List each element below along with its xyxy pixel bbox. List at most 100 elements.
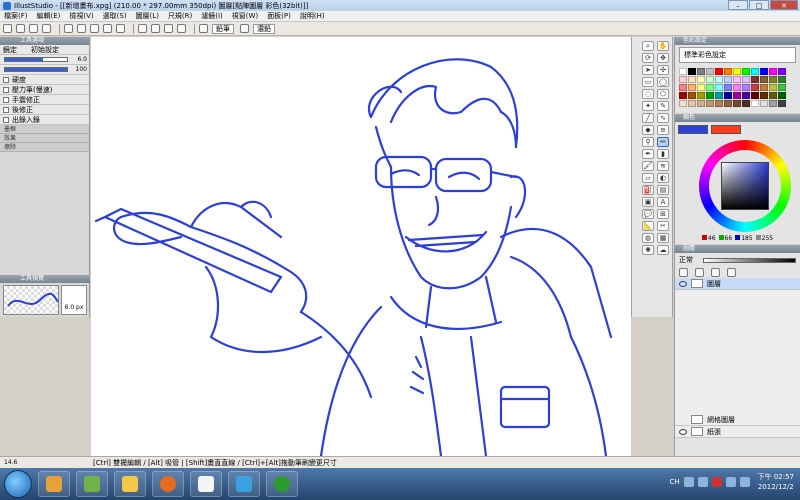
pressure-checkbox[interactable] [3,86,9,93]
undo-icon[interactable] [64,24,73,33]
color-swatch[interactable] [715,68,723,75]
color-swatch[interactable] [769,100,777,107]
menu-ruler[interactable]: 尺規(R) [168,11,192,21]
balloon-tool-icon[interactable]: 💬 [642,209,654,219]
object-select-icon[interactable]: ➤ [642,65,654,75]
color-swatch[interactable] [697,92,705,99]
layer-row[interactable]: 圖層 [675,278,800,290]
antivirus-icon[interactable] [711,477,722,487]
color-swatch[interactable] [733,100,741,107]
color-swatch[interactable] [679,84,687,91]
taskbar-xbox[interactable] [266,471,298,497]
density-checkbox[interactable] [3,76,9,83]
polyline-select-icon[interactable]: ⬠ [657,89,669,99]
color-swatch[interactable] [724,100,732,107]
layer-row[interactable]: 網格圖層 [675,414,800,426]
preset-row[interactable]: 鏡定 初始設定 [0,45,89,55]
bezier-tool-icon[interactable]: ∿ [657,113,669,123]
section-ink[interactable]: 墨框 [0,125,89,134]
drawing-canvas[interactable] [91,37,631,456]
color-swatch[interactable] [778,92,786,99]
main-color-swatch[interactable] [678,125,708,134]
eyedropper-icon[interactable]: ⚲ [642,137,654,147]
opacity-slider-row[interactable]: 100 [0,65,89,75]
pattern-tool-icon[interactable]: ▦ [657,233,669,243]
input-language[interactable]: CH [669,478,679,486]
settings-icon[interactable] [3,24,12,33]
taskbar-people[interactable] [76,471,108,497]
color-swatch[interactable] [715,76,723,83]
color-swatch[interactable] [679,68,687,75]
brush-size-slider[interactable] [4,57,68,62]
color-swatch[interactable] [679,92,687,99]
taskbar-media-player[interactable] [38,471,70,497]
color-swatch[interactable] [697,76,705,83]
fill-bucket-icon[interactable]: ⛽ [642,185,654,195]
color-swatch[interactable] [688,92,696,99]
maximize-button[interactable]: □ [749,0,769,10]
control-point-icon[interactable]: ◆ [642,125,654,135]
color-swatch[interactable] [769,84,777,91]
color-swatch[interactable] [688,76,696,83]
post-correction-checkbox[interactable] [3,106,9,113]
color-swatch[interactable] [688,68,696,75]
color-swatch[interactable] [733,92,741,99]
menu-layer[interactable]: 圖層(L) [136,11,159,21]
subtool-name-field[interactable]: 濃鉛 [253,23,275,34]
copy-icon[interactable] [103,24,112,33]
color-swatch[interactable] [742,92,750,99]
taskbar-chat[interactable] [228,471,260,497]
layer-folder-icon[interactable] [695,268,704,277]
tool-name-field[interactable]: 鉛筆 [212,23,234,34]
color-swatch[interactable] [715,84,723,91]
color-swatch[interactable] [706,100,714,107]
magic-wand-icon[interactable]: ✦ [642,101,654,111]
gradient-icon[interactable]: ▤ [657,185,669,195]
stabilizer-row[interactable]: 手震修正 [0,95,89,105]
menu-select[interactable]: 選取(S) [103,11,127,21]
color-swatch[interactable] [769,76,777,83]
delete-layer-icon[interactable] [727,268,736,277]
menu-help[interactable]: 說明(H) [300,11,325,21]
taskbar-firefox[interactable] [152,471,184,497]
color-swatch[interactable] [706,84,714,91]
ellipse-select-icon[interactable]: ◯ [657,77,669,87]
color-swatch[interactable] [706,68,714,75]
color-swatch[interactable] [688,100,696,107]
color-swatch[interactable] [697,68,705,75]
rotate-icon[interactable] [177,24,186,33]
color-swatch[interactable] [760,76,768,83]
color-swatch[interactable] [724,76,732,83]
color-swatch[interactable] [778,76,786,83]
color-swatch[interactable] [742,68,750,75]
sponge-tool-icon[interactable]: ☁ [657,245,669,255]
save-icon[interactable] [42,24,51,33]
deselect-icon[interactable] [138,24,147,33]
volume-icon[interactable] [725,477,736,487]
menu-window[interactable]: 視窗(W) [232,11,258,21]
color-swatch[interactable] [679,76,687,83]
preset-value[interactable]: 初始設定 [31,45,59,55]
menu-edit[interactable]: 編輯(E) [37,11,61,21]
selection-pen-icon[interactable]: ✎ [657,101,669,111]
eye-icon[interactable] [679,428,687,435]
color-swatch[interactable] [751,84,759,91]
color-swatch[interactable] [751,100,759,107]
color-swatch[interactable] [742,84,750,91]
hand-tool-icon[interactable]: ✋ [657,41,669,51]
palette-dropdown[interactable]: 標準彩色設定 [679,47,796,63]
new-layer-icon[interactable] [679,268,688,277]
color-swatch[interactable] [742,76,750,83]
color-swatch[interactable] [778,100,786,107]
help-icon[interactable] [683,477,694,487]
airbrush-icon[interactable]: ≋ [657,161,669,171]
color-swatch[interactable] [733,76,741,83]
frame-tool-icon[interactable]: ⊞ [657,209,669,219]
color-swatch[interactable] [760,100,768,107]
line-width-icon[interactable]: ≡ [657,125,669,135]
zoom-tool-icon[interactable]: ⌕ [642,41,654,51]
in-out-checkbox[interactable] [3,116,9,123]
menu-file[interactable]: 檔案(F) [4,11,28,21]
layer-move-icon[interactable]: ✣ [657,65,669,75]
color-swatch[interactable] [733,68,741,75]
